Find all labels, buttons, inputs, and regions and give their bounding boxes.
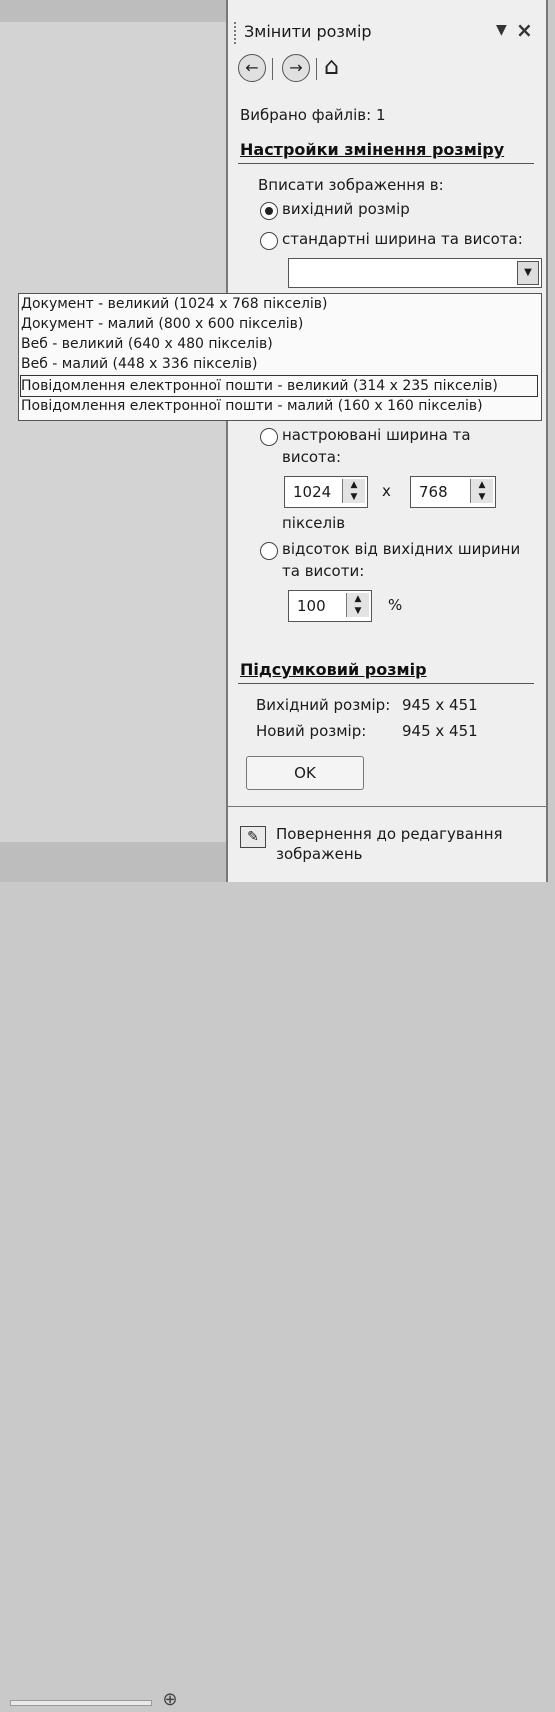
custom-size-label-line1: настроювані ширина та <box>282 426 471 444</box>
dropdown-item[interactable]: Веб - великий (640 x 480 пікселів) <box>21 334 537 354</box>
percent-label-line1: відсоток від вихідних ширини <box>282 540 521 558</box>
standard-size-label: стандартні ширина та висота: <box>282 230 523 248</box>
spin-arrows-icon[interactable]: ▲ ▼ <box>346 593 369 617</box>
fit-image-label: Вписати зображення в: <box>258 176 444 194</box>
resize-task-pane: Змінити розмір ▼ × ← → ⌂ Вибрано файлів:… <box>226 0 548 882</box>
spin-arrows-icon[interactable]: ▲ ▼ <box>342 479 365 503</box>
pane-navigation: ← → ⌂ <box>238 52 358 84</box>
summary-heading: Підсумковий розмір <box>240 660 427 679</box>
width-value: 1024 <box>293 483 332 501</box>
preset-size-dropdown-list: Документ - великий (1024 x 768 пікселів)… <box>18 293 542 421</box>
zoom-in-icon[interactable]: ⊕ <box>158 1688 182 1712</box>
percent-spinner[interactable]: 100 ▲ ▼ <box>288 590 372 622</box>
dropdown-item[interactable]: Веб - малий (448 x 336 пікселів) <box>21 354 537 374</box>
selected-files-count: Вибрано файлів: 1 <box>240 106 386 124</box>
spin-arrows-icon[interactable]: ▲ ▼ <box>470 479 493 503</box>
workspace-top-strip <box>0 0 226 22</box>
back-to-edit-link[interactable]: Повернення до редагування зображень <box>276 824 536 864</box>
custom-size-radio[interactable] <box>260 428 278 446</box>
custom-size-label-line2: висота: <box>282 448 341 466</box>
home-icon[interactable]: ⌂ <box>324 52 339 80</box>
dropdown-item[interactable]: Повідомлення електронної пошти - великий… <box>20 375 538 397</box>
back-button[interactable]: ← <box>238 54 266 82</box>
edit-picture-icon[interactable]: ✎ <box>240 826 266 848</box>
new-size-summary-value: 945 x 451 <box>402 722 478 740</box>
zoom-slider[interactable] <box>10 1700 152 1706</box>
radio-selected-dot <box>265 207 273 215</box>
dropdown-item[interactable]: Документ - малий (800 x 600 пікселів) <box>21 314 537 334</box>
chevron-down-icon[interactable]: ▼ <box>517 261 539 285</box>
nav-separator <box>316 58 317 80</box>
percent-label-line2: та висоти: <box>282 562 365 580</box>
percent-value: 100 <box>297 597 326 615</box>
pane-header: Змінити розмір ▼ × <box>228 12 546 44</box>
pane-grip-handle[interactable] <box>234 22 240 44</box>
section-divider <box>238 163 534 164</box>
close-icon[interactable]: × <box>516 18 533 42</box>
pixels-label: пікселів <box>282 514 346 532</box>
image-workspace: ⊕ <box>0 0 226 1710</box>
section-divider <box>228 806 546 807</box>
original-size-radio[interactable] <box>260 202 278 220</box>
nav-separator <box>272 58 273 80</box>
original-size-summary-value: 945 x 451 <box>402 696 478 714</box>
ok-button[interactable]: OK <box>246 756 364 790</box>
height-value: 768 <box>419 483 448 501</box>
times-sign: x <box>382 482 391 500</box>
pane-title: Змінити розмір <box>244 22 372 41</box>
dropdown-item[interactable]: Повідомлення електронної пошти - малий (… <box>21 396 537 416</box>
forward-button[interactable]: → <box>282 54 310 82</box>
standard-size-radio[interactable] <box>260 232 278 250</box>
status-bar: ⊕ <box>0 842 226 1710</box>
section-divider <box>238 683 534 684</box>
percent-sign: % <box>388 596 403 614</box>
preset-size-select[interactable]: ▼ <box>288 258 542 288</box>
percent-size-radio[interactable] <box>260 542 278 560</box>
height-spinner[interactable]: 768 ▲ ▼ <box>410 476 496 508</box>
chevron-down-icon[interactable]: ▼ <box>496 22 507 38</box>
resize-settings-heading: Настройки змінення розміру <box>240 140 505 159</box>
dropdown-item[interactable]: Документ - великий (1024 x 768 пікселів) <box>21 294 537 314</box>
original-size-summary-label: Вихідний розмір: <box>256 696 391 714</box>
width-spinner[interactable]: 1024 ▲ ▼ <box>284 476 368 508</box>
new-size-summary-label: Новий розмір: <box>256 722 367 740</box>
original-size-label: вихідний розмір <box>282 200 410 218</box>
